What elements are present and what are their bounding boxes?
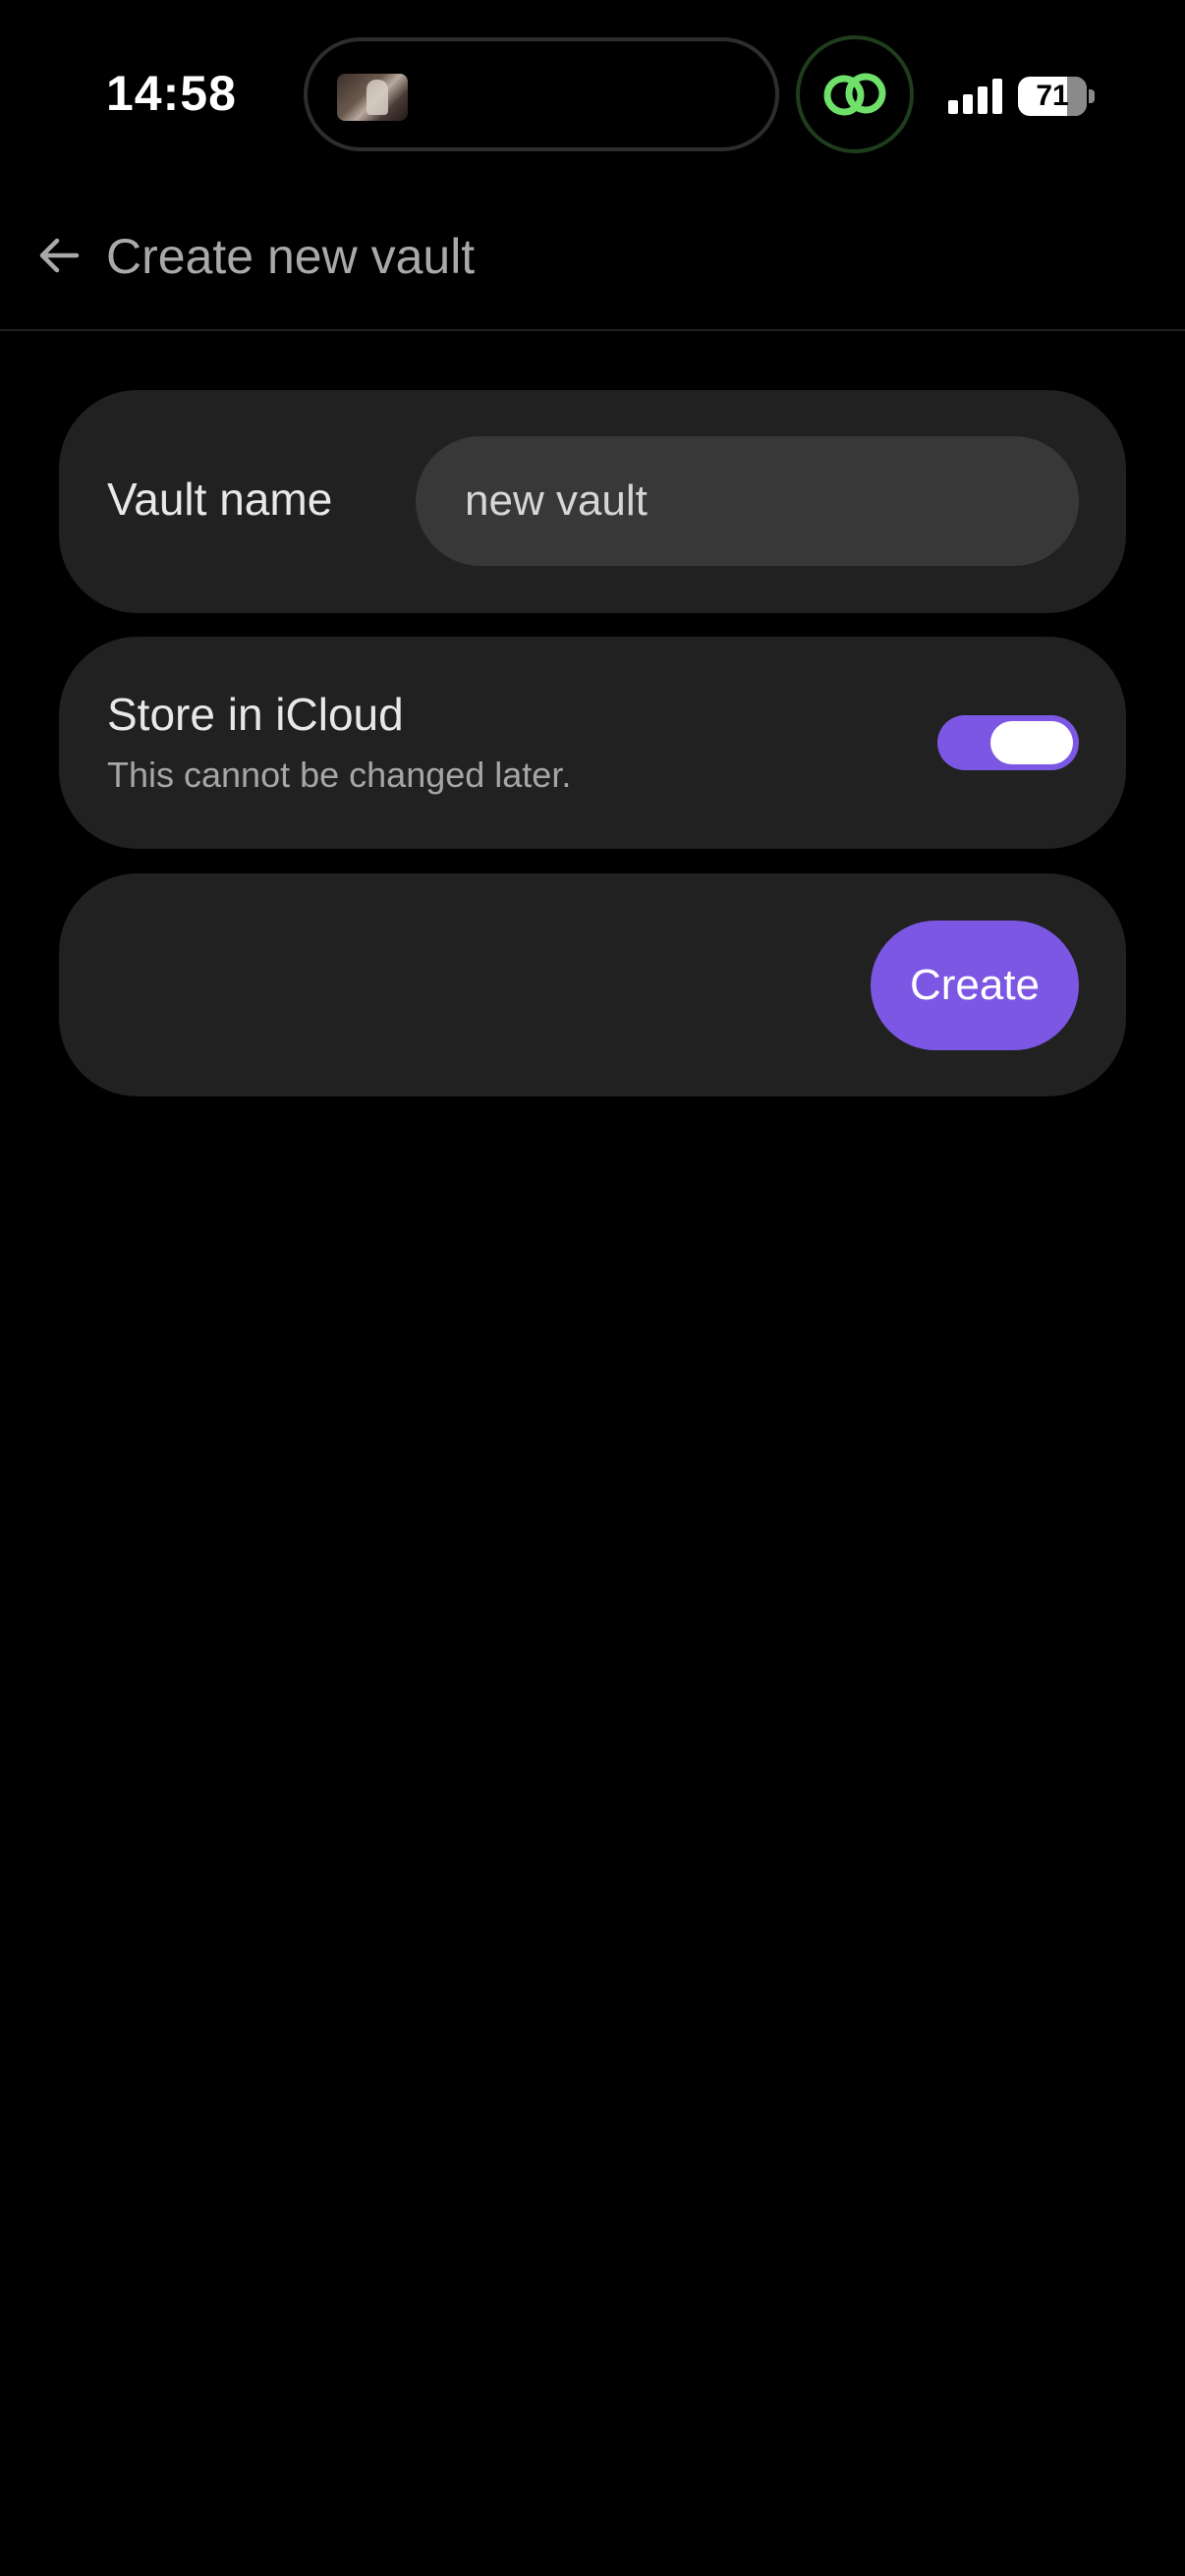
icloud-toggle[interactable]	[937, 715, 1079, 770]
battery-cap	[1089, 89, 1095, 103]
app-header: Create new vault	[0, 187, 1185, 331]
status-bar: 14:58 71	[0, 0, 1185, 187]
create-card: Create	[59, 873, 1126, 1096]
toggle-knob	[990, 721, 1073, 764]
icloud-label: Store in iCloud	[107, 689, 404, 740]
icloud-subtitle: This cannot be changed later.	[107, 755, 572, 795]
chain-link-icon	[823, 73, 886, 116]
vault-name-card: Vault name new vault	[59, 390, 1126, 613]
page-title: Create new vault	[106, 229, 476, 284]
back-button[interactable]	[29, 226, 88, 285]
dynamic-island[interactable]	[304, 37, 779, 151]
arrow-left-icon	[39, 238, 80, 273]
now-playing-thumbnail[interactable]	[337, 74, 408, 121]
status-time: 14:58	[106, 66, 237, 121]
vault-name-input[interactable]: new vault	[416, 436, 1079, 566]
create-button[interactable]: Create	[871, 921, 1079, 1050]
link-status-icon[interactable]	[796, 35, 914, 153]
battery-icon: 71	[1018, 77, 1087, 116]
icloud-card: Store in iCloud This cannot be changed l…	[59, 637, 1126, 849]
vault-name-label: Vault name	[107, 474, 333, 525]
battery-percentage: 71	[1036, 80, 1069, 112]
cellular-signal-icon	[948, 79, 1005, 114]
